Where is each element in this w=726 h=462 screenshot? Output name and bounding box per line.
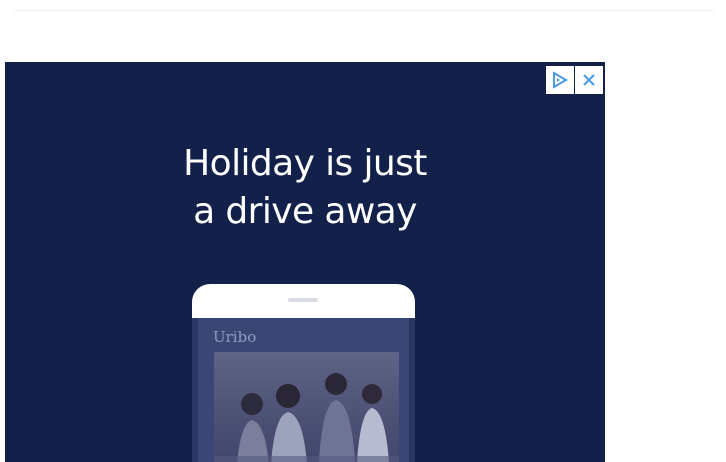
phone-top-bezel (192, 284, 415, 318)
ad-headline: Holiday is just a drive away (5, 140, 605, 236)
close-icon (583, 74, 595, 86)
headline-line-2: a drive away (193, 191, 417, 232)
ad-banner[interactable]: Holiday is just a drive away Uribo (5, 62, 605, 462)
phone-speaker (288, 298, 318, 302)
headline-line-1: Holiday is just (183, 143, 427, 184)
phone-mockup: Uribo (192, 284, 415, 462)
divider (14, 10, 714, 11)
app-brand-logo: Uribo (213, 328, 257, 346)
page: Holiday is just a drive away Uribo (0, 0, 726, 462)
ad-choices-bar (546, 66, 603, 94)
play-triangle-icon (553, 71, 568, 89)
people-silhouettes (214, 373, 399, 462)
family-photo (214, 352, 399, 462)
ad-close-button[interactable] (575, 66, 603, 94)
phone-screen: Uribo (198, 318, 409, 462)
adchoices-icon[interactable] (546, 66, 574, 94)
